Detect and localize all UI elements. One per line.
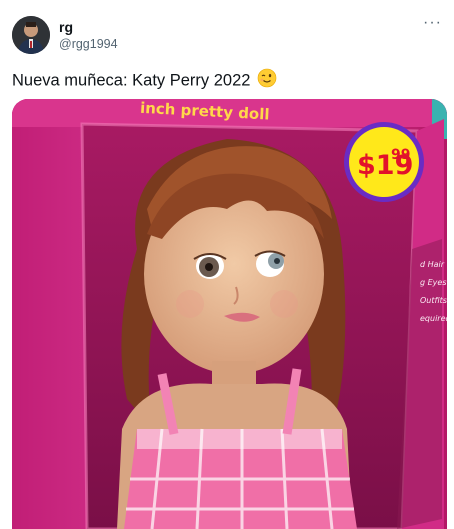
side-panel-text: d Hair [420, 260, 445, 269]
tweet-text-content: Nueva muñeca: Katy Perry 2022 [12, 71, 251, 90]
winking-face-icon [257, 68, 277, 94]
side-panel-text: g Eyes [420, 278, 447, 287]
side-panel-text: Outfits [420, 296, 447, 305]
tweet-media-image[interactable]: d Hair g Eyes Outfits equired inch prett… [12, 99, 447, 529]
user-handle[interactable]: @rgg1994 [59, 37, 118, 51]
price-tag: $19 99 [344, 122, 424, 202]
tweet-text: Nueva muñeca: Katy Perry 2022 [12, 68, 277, 94]
side-panel-text: equired [420, 314, 447, 323]
display-name[interactable]: rg [59, 19, 73, 35]
price-cents: 99 [391, 147, 410, 163]
more-horizontal-icon[interactable]: ··· [423, 14, 442, 32]
avatar[interactable] [12, 16, 50, 54]
avatar-image [12, 16, 50, 54]
doll-box-photo: d Hair g Eyes Outfits equired inch prett… [12, 99, 447, 529]
